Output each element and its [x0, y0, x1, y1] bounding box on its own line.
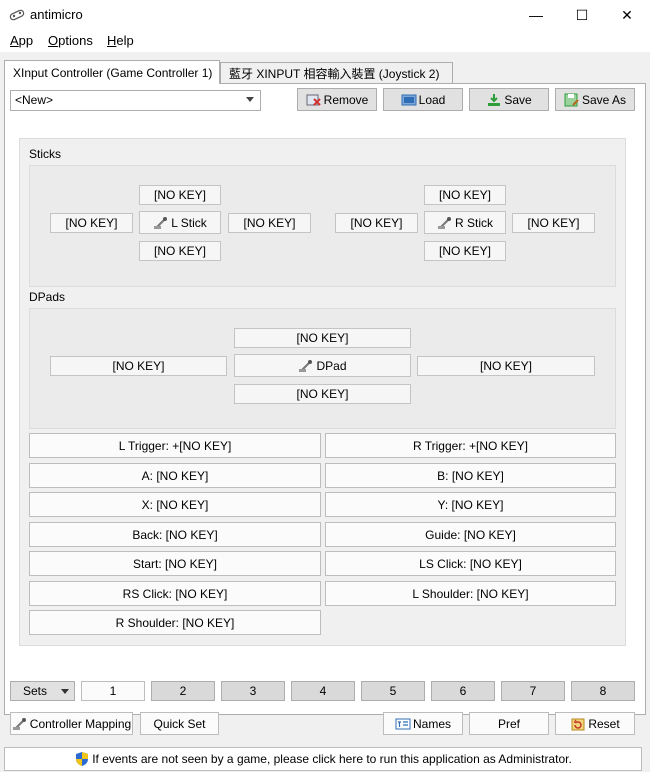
- dpad-left-button[interactable]: [NO KEY]: [50, 356, 227, 376]
- window-title: antimicro: [30, 7, 83, 22]
- right-stick-right-button[interactable]: [NO KEY]: [512, 213, 595, 233]
- left-stick-up-button[interactable]: [NO KEY]: [139, 185, 221, 205]
- controller-mapping-button[interactable]: Controller Mapping: [10, 712, 133, 735]
- tab-joystick-2[interactable]: 藍牙 XINPUT 相容輸入裝置 (Joystick 2): [220, 62, 453, 84]
- remove-button[interactable]: Remove: [297, 88, 377, 111]
- profile-select[interactable]: <New>: [10, 90, 261, 111]
- right-stick-label: R Stick: [454, 215, 493, 230]
- right-stick-button[interactable]: R Stick: [424, 211, 506, 234]
- dpad-right-button[interactable]: [NO KEY]: [417, 356, 595, 376]
- left-stick-label: L Stick: [171, 215, 207, 230]
- set-4-button[interactable]: 4: [291, 681, 355, 701]
- reset-label: Reset: [588, 716, 620, 731]
- back-button[interactable]: Back: [NO KEY]: [29, 522, 321, 547]
- a-button[interactable]: A: [NO KEY]: [29, 463, 321, 488]
- menu-bar: [0, 30, 650, 52]
- dpads-title: DPads: [29, 290, 66, 304]
- remove-label: Remove: [323, 92, 369, 107]
- quick-set-button[interactable]: Quick Set: [140, 712, 219, 735]
- sets-label: Sets: [23, 684, 48, 698]
- menu-options[interactable]: Options: [48, 33, 93, 48]
- save-as-icon: [564, 93, 579, 106]
- names-icon: [395, 718, 411, 729]
- left-stick-button[interactable]: L Stick: [139, 211, 221, 234]
- sets-select[interactable]: Sets: [10, 681, 75, 701]
- set-5-button[interactable]: 5: [361, 681, 425, 701]
- left-stick-left-button[interactable]: [NO KEY]: [50, 213, 133, 233]
- dpad-label: DPad: [316, 358, 347, 373]
- set-8-button[interactable]: 8: [571, 681, 635, 701]
- folder-icon: [401, 94, 417, 105]
- right-stick-left-button[interactable]: [NO KEY]: [335, 213, 418, 233]
- set-1-button[interactable]: 1: [81, 681, 145, 701]
- load-label: Load: [418, 92, 446, 107]
- l-trigger-button[interactable]: L Trigger: +[NO KEY]: [29, 433, 321, 458]
- save-as-button[interactable]: Save As: [555, 88, 635, 111]
- guide-button[interactable]: Guide: [NO KEY]: [325, 522, 616, 547]
- gamepad-icon: [9, 9, 25, 21]
- dpad-down-button[interactable]: [NO KEY]: [234, 384, 411, 404]
- remove-icon: [306, 94, 321, 106]
- chevron-down-icon: [246, 97, 254, 102]
- reset-icon: [571, 718, 585, 730]
- dpad-button[interactable]: DPad: [234, 354, 411, 377]
- save-label: Save: [504, 92, 532, 107]
- menu-app[interactable]: App: [10, 33, 33, 48]
- ls-click-button[interactable]: LS Click: [NO KEY]: [325, 551, 616, 576]
- reset-button[interactable]: Reset: [555, 712, 635, 735]
- names-button[interactable]: Names: [383, 712, 463, 735]
- tab-game-controller-1[interactable]: XInput Controller (Game Controller 1): [4, 60, 220, 84]
- maximize-icon: ☐: [575, 6, 589, 23]
- joystick-icon: [12, 717, 26, 730]
- sticks-title: Sticks: [29, 147, 62, 161]
- save-icon: [488, 93, 501, 106]
- save-as-label: Save As: [581, 92, 627, 107]
- start-button[interactable]: Start: [NO KEY]: [29, 551, 321, 576]
- admin-status-button[interactable]: If events are not seen by a game, please…: [4, 747, 642, 771]
- set-6-button[interactable]: 6: [431, 681, 495, 701]
- left-stick-right-button[interactable]: [NO KEY]: [228, 213, 311, 233]
- set-7-button[interactable]: 7: [501, 681, 565, 701]
- shield-icon: [76, 752, 89, 766]
- maximize-button[interactable]: ☐: [559, 0, 605, 30]
- profile-selected-value: <New>: [15, 93, 54, 107]
- close-icon: ✕: [621, 6, 633, 23]
- names-label: Names: [412, 716, 451, 731]
- r-shoulder-button[interactable]: R Shoulder: [NO KEY]: [29, 610, 321, 635]
- r-trigger-button[interactable]: R Trigger: +[NO KEY]: [325, 433, 616, 458]
- tab-label: 藍牙 XINPUT 相容輸入裝置 (Joystick 2): [229, 67, 440, 81]
- x-button[interactable]: X: [NO KEY]: [29, 492, 321, 517]
- dpad-up-button[interactable]: [NO KEY]: [234, 328, 411, 348]
- joystick-icon: [154, 216, 168, 229]
- load-button[interactable]: Load: [383, 88, 463, 111]
- set-3-button[interactable]: 3: [221, 681, 285, 701]
- joystick-icon: [299, 359, 313, 372]
- minimize-icon: —: [529, 7, 543, 23]
- minimize-button[interactable]: —: [513, 0, 559, 30]
- set-2-button[interactable]: 2: [151, 681, 215, 701]
- tab-label: XInput Controller (Game Controller 1): [13, 65, 213, 80]
- controller-mapping-label: Controller Mapping: [29, 716, 132, 731]
- joystick-icon: [437, 216, 451, 229]
- right-stick-up-button[interactable]: [NO KEY]: [424, 185, 506, 205]
- pref-button[interactable]: Pref: [469, 712, 549, 735]
- y-button[interactable]: Y: [NO KEY]: [325, 492, 616, 517]
- left-stick-down-button[interactable]: [NO KEY]: [139, 241, 221, 261]
- b-button[interactable]: B: [NO KEY]: [325, 463, 616, 488]
- l-shoulder-button[interactable]: L Shoulder: [NO KEY]: [325, 581, 616, 606]
- admin-status-text: If events are not seen by a game, please…: [92, 752, 572, 766]
- chevron-down-icon: [61, 689, 69, 694]
- menu-help[interactable]: Help: [107, 33, 134, 48]
- save-button[interactable]: Save: [469, 88, 549, 111]
- rs-click-button[interactable]: RS Click: [NO KEY]: [29, 581, 321, 606]
- right-stick-down-button[interactable]: [NO KEY]: [424, 241, 506, 261]
- close-button[interactable]: ✕: [604, 0, 650, 30]
